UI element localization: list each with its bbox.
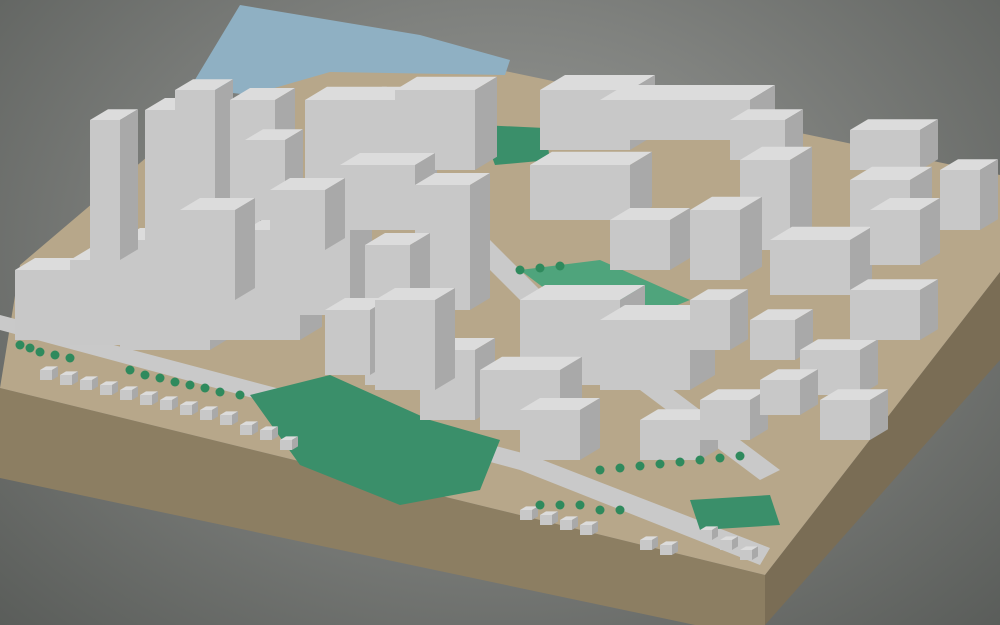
building-front [140, 395, 152, 405]
building-front [60, 375, 72, 385]
tree [655, 459, 665, 469]
building-side [325, 178, 345, 250]
building-front [520, 510, 532, 520]
building-front [90, 120, 120, 260]
building-roof [600, 85, 775, 100]
building-front [530, 165, 630, 220]
building-side [740, 196, 762, 280]
tree [140, 370, 150, 380]
building-front [640, 420, 700, 460]
building-front [600, 100, 750, 140]
building-front [520, 410, 580, 460]
building-front [690, 300, 730, 350]
building-front [720, 540, 732, 550]
tree [15, 340, 25, 350]
building-front [660, 545, 672, 555]
model-viewport[interactable] [0, 0, 1000, 625]
building-front [560, 520, 572, 530]
building-front [80, 380, 92, 390]
tree [535, 500, 545, 510]
building-front [610, 220, 670, 270]
tree [675, 457, 685, 467]
building-side [120, 109, 138, 260]
building-front [600, 320, 690, 390]
tree [125, 365, 135, 375]
building-front [180, 210, 235, 300]
city-3d-model[interactable] [0, 0, 1000, 625]
tree [555, 261, 565, 271]
tree [735, 451, 745, 461]
tree [695, 455, 705, 465]
tree [615, 505, 625, 515]
tree [35, 347, 45, 357]
tree [595, 465, 605, 475]
building-front [280, 440, 292, 450]
building-front [760, 380, 800, 415]
building-front [580, 525, 592, 535]
park-south [690, 495, 780, 530]
building-front [940, 170, 980, 230]
building-front [750, 320, 795, 360]
tree [715, 453, 725, 463]
building-front [325, 310, 370, 375]
building-front [820, 400, 870, 440]
tree [25, 343, 35, 353]
tree [615, 463, 625, 473]
building-side [475, 76, 497, 170]
building-front [640, 540, 652, 550]
building-front [850, 290, 920, 340]
tree [215, 387, 225, 397]
tree [155, 373, 165, 383]
tree [235, 390, 245, 400]
building-front [260, 430, 272, 440]
building-front [740, 550, 752, 560]
building-front [870, 210, 920, 265]
building-side [235, 198, 255, 300]
building-front [120, 390, 132, 400]
tree [535, 263, 545, 273]
tree [200, 383, 210, 393]
building-front [700, 530, 712, 540]
tree [635, 461, 645, 471]
building-front [850, 130, 920, 170]
building-front [160, 400, 172, 410]
tree [575, 500, 585, 510]
building-front [15, 270, 70, 340]
building-front [180, 405, 192, 415]
building-side [980, 159, 998, 230]
tree [50, 350, 60, 360]
building-front [340, 165, 415, 230]
tree [170, 377, 180, 387]
tree [595, 505, 605, 515]
building-front [220, 415, 232, 425]
building-front [270, 190, 325, 250]
tree [65, 353, 75, 363]
building-front [375, 300, 435, 390]
building-front [200, 410, 212, 420]
building-front [770, 240, 850, 295]
tree [515, 265, 525, 275]
building-side [435, 288, 455, 390]
building-front [690, 210, 740, 280]
building-front [40, 370, 52, 380]
building-front [240, 425, 252, 435]
building-front [700, 400, 750, 440]
building-side [470, 173, 490, 310]
tree [185, 380, 195, 390]
building-front [540, 515, 552, 525]
tree [555, 500, 565, 510]
building-front [100, 385, 112, 395]
